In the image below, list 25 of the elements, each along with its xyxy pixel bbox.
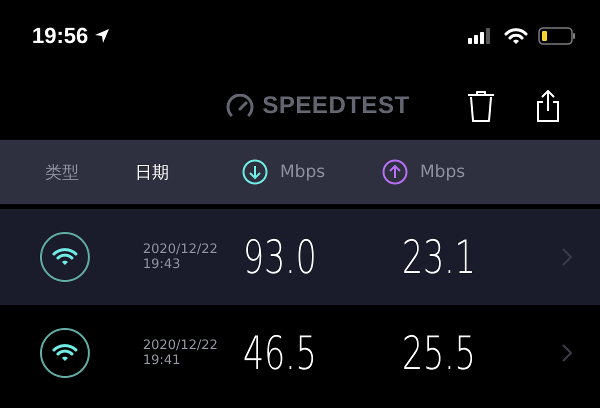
- wifi-icon: [504, 27, 528, 45]
- result-row[interactable]: 2020/12/22 19:43 93.0 23.1: [0, 209, 600, 305]
- column-header[interactable]: Mbps: [382, 159, 522, 185]
- speedtest-logo: SPEEDTEST: [262, 92, 410, 120]
- result-datetime: 2020/12/22 19:43: [142, 242, 219, 272]
- wifi-icon: [39, 327, 91, 379]
- upload-speed: 23.1: [402, 230, 476, 284]
- download-speed: 93.0: [242, 230, 316, 284]
- upload-icon: [382, 159, 408, 185]
- location-icon: [94, 28, 110, 44]
- upload-speed: 25.5: [402, 326, 476, 380]
- column-header[interactable]: Mbps: [242, 159, 382, 185]
- column-header[interactable]: 日期: [135, 160, 242, 184]
- gauge-icon: [226, 94, 254, 118]
- battery-icon: [538, 27, 576, 45]
- trash-icon[interactable]: [466, 89, 496, 123]
- download-speed: 46.5: [242, 326, 316, 380]
- column-header[interactable]: 类型: [45, 160, 135, 184]
- wifi-icon: [39, 231, 91, 283]
- chevron-icon: [562, 344, 572, 362]
- download-icon: [242, 159, 268, 185]
- share-icon[interactable]: [536, 89, 560, 123]
- result-datetime: 2020/12/22 19:41: [142, 338, 219, 368]
- chevron-icon: [562, 248, 572, 266]
- status-time: 19:56: [32, 23, 88, 49]
